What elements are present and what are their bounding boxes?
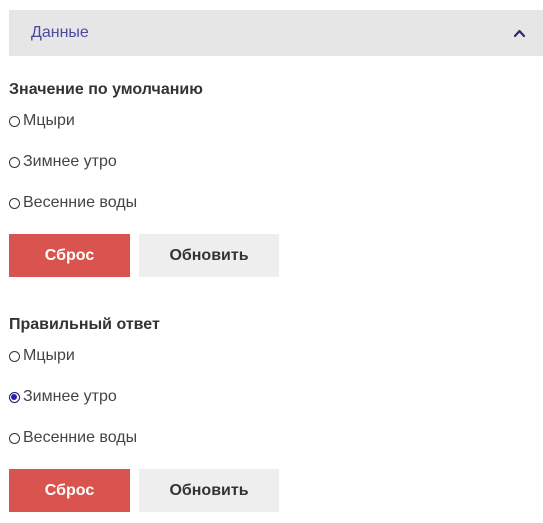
default-reset-button[interactable]: Сброс — [9, 234, 130, 277]
correct-answer-section: Правильный ответ Мцыри Зимнее утро Весен… — [9, 314, 529, 512]
radio-label: Зимнее утро — [23, 388, 117, 405]
default-value-section: Значение по умолчанию Мцыри Зимнее утро … — [9, 79, 529, 277]
default-option-spring-waters[interactable]: Весенние воды — [9, 193, 529, 213]
default-option-mtsyri[interactable]: Мцыри — [9, 111, 529, 131]
default-value-actions: Сброс Обновить — [9, 234, 529, 277]
radio-button[interactable] — [9, 115, 20, 127]
radio-label: Мцыри — [23, 347, 75, 364]
radio-label: Мцыри — [23, 112, 75, 129]
chevron-up-icon[interactable] — [514, 29, 525, 37]
default-update-button[interactable]: Обновить — [139, 234, 279, 277]
radio-label: Зимнее утро — [23, 153, 117, 170]
correct-answer-title: Правильный ответ — [9, 316, 160, 333]
radio-button[interactable] — [9, 350, 20, 362]
default-option-winter-morning[interactable]: Зимнее утро — [9, 152, 529, 172]
correct-reset-button[interactable]: Сброс — [9, 469, 130, 512]
data-panel-header[interactable]: Данные — [9, 10, 543, 56]
correct-update-button[interactable]: Обновить — [139, 469, 279, 512]
panel-title: Данные — [31, 24, 89, 41]
correct-answer-actions: Сброс Обновить — [9, 469, 529, 512]
radio-button[interactable] — [9, 432, 20, 444]
correct-answer-options: Мцыри Зимнее утро Весенние воды — [9, 346, 529, 448]
correct-option-spring-waters[interactable]: Весенние воды — [9, 428, 529, 448]
default-value-title: Значение по умолчанию — [9, 81, 203, 98]
radio-label: Весенние воды — [23, 194, 138, 211]
default-value-options: Мцыри Зимнее утро Весенние воды — [9, 111, 529, 213]
radio-label: Весенние воды — [23, 429, 138, 446]
radio-button-selected[interactable] — [9, 391, 20, 403]
correct-option-mtsyri[interactable]: Мцыри — [9, 346, 529, 366]
correct-option-winter-morning[interactable]: Зимнее утро — [9, 387, 529, 407]
radio-button[interactable] — [9, 156, 20, 168]
radio-button[interactable] — [9, 197, 20, 209]
